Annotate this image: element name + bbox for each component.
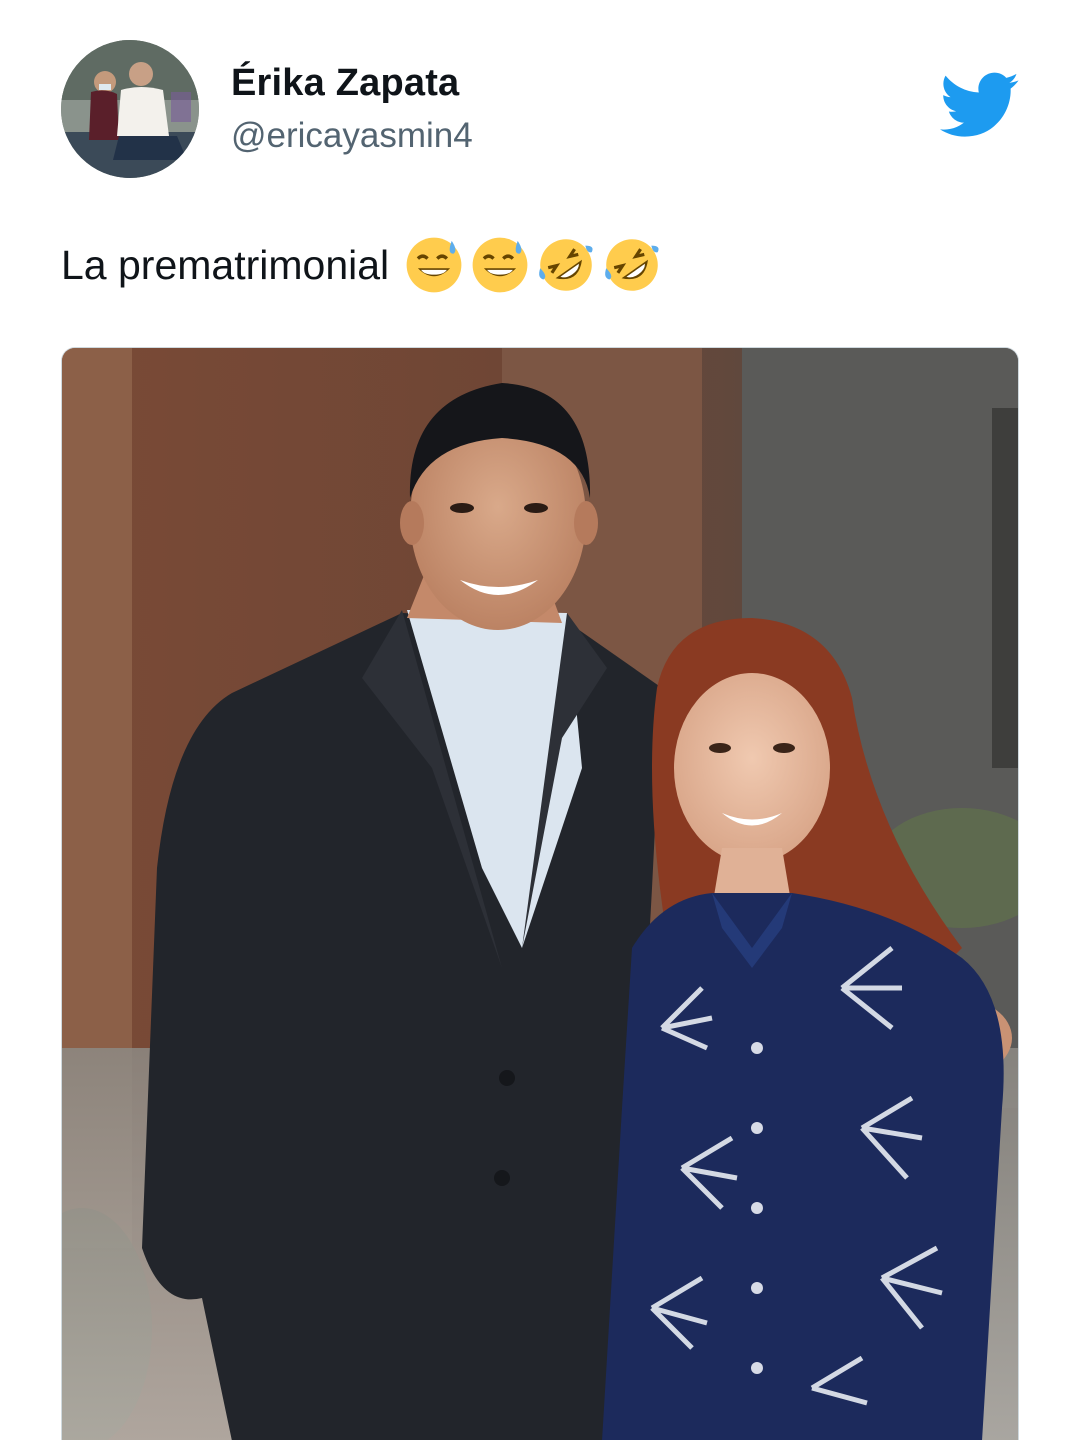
tweet-body: La prematrimonial — [61, 241, 390, 288]
tweet-text: La prematrimonial — [61, 236, 661, 294]
author-handle[interactable]: @ericayasmin4 — [231, 116, 473, 156]
grinning-sweat-emoji-icon — [472, 237, 528, 293]
rofl-emoji-icon — [605, 239, 659, 291]
twitter-bird-icon[interactable] — [940, 72, 1020, 142]
author-display-name[interactable]: Érika Zapata — [231, 62, 459, 105]
rofl-emoji-icon — [539, 239, 593, 291]
grinning-sweat-emoji-icon — [406, 237, 462, 293]
tweet-photo[interactable] — [61, 347, 1019, 1440]
emoji-row — [405, 236, 661, 294]
tweet-card: Érika Zapata @ericayasmin4 La prematrimo… — [0, 0, 1080, 1440]
author-avatar[interactable] — [61, 40, 199, 178]
